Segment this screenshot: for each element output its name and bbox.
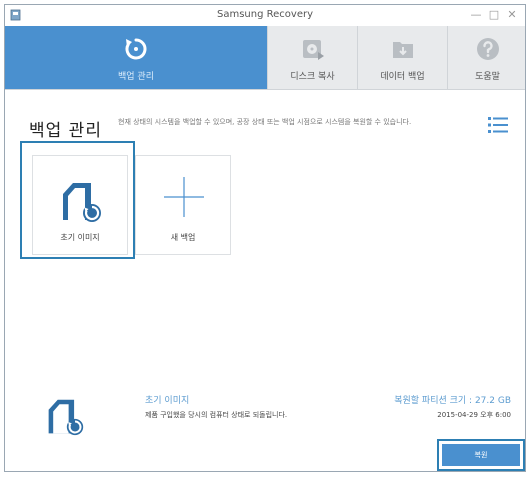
tab-label: 백업 관리 (118, 72, 154, 82)
partition-size: 복원할 파티션 크기 : 27.2 GB (394, 396, 511, 406)
tab-label: 디스크 복사 (290, 72, 335, 82)
plus-icon (164, 177, 204, 217)
details-description: 제품 구입했을 당시의 컴퓨터 상태로 되돌립니다. (145, 411, 288, 419)
selection-highlight (20, 141, 135, 259)
maximize-button[interactable]: □ (485, 7, 503, 23)
new-backup-card[interactable]: 새 백업 (135, 155, 231, 255)
data-backup-icon (392, 42, 413, 58)
list-menu-icon[interactable] (488, 116, 508, 134)
nav-bar: 백업 관리 디스크 복사 데이터 백업 도움말 (5, 26, 525, 90)
tab-backup-management[interactable]: 백업 관리 (5, 26, 267, 89)
restore-icon (125, 38, 147, 60)
tab-label: 데이터 백업 (380, 72, 425, 82)
minimize-button[interactable]: — (467, 7, 485, 23)
button-highlight (437, 439, 525, 471)
details-title: 초기 이미지 (145, 396, 190, 406)
backup-date: 2015-04-29 오후 6:00 (437, 411, 511, 419)
help-icon (476, 38, 499, 60)
tab-data-backup[interactable]: 데이터 백업 (357, 26, 447, 89)
factory-image-icon (48, 399, 84, 436)
window-title: Samsung Recovery (217, 9, 313, 20)
card-label: 새 백업 (170, 233, 196, 242)
tab-disk-copy[interactable]: 디스크 복사 (267, 26, 357, 89)
tab-help[interactable]: 도움말 (447, 26, 525, 89)
page-title: 백업 관리 (29, 121, 102, 141)
tab-label: 도움말 (475, 72, 500, 82)
close-button[interactable]: ✕ (503, 7, 521, 23)
title-bar: Samsung Recovery — □ ✕ (5, 5, 525, 26)
disk-copy-icon (302, 40, 324, 60)
page-description: 현재 상태의 시스템을 백업할 수 있으며, 공장 상태 또는 백업 시점으로 … (118, 118, 412, 126)
